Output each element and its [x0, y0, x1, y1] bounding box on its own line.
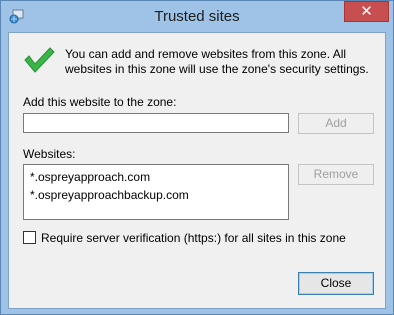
check-icon	[23, 45, 55, 75]
add-website-label: Add this website to the zone:	[23, 95, 177, 109]
add-website-input[interactable]	[23, 113, 289, 133]
https-verification-checkbox[interactable]	[23, 231, 36, 244]
close-window-button[interactable]: ✕	[344, 1, 389, 22]
trusted-sites-dialog: Trusted sites ✕ You can add and remove w…	[0, 0, 394, 315]
dialog-title: Trusted sites	[154, 8, 240, 25]
close-button[interactable]: Close	[298, 272, 374, 295]
https-verification-label: Require server verification (https:) for…	[41, 231, 346, 245]
zone-info-text: You can add and remove websites from thi…	[65, 47, 369, 76]
dialog-body: You can add and remove websites from thi…	[8, 32, 386, 309]
list-item[interactable]: *.ospreyapproachbackup.com	[30, 186, 282, 204]
remove-button[interactable]: Remove	[298, 164, 374, 185]
add-button[interactable]: Add	[298, 113, 374, 134]
websites-label: Websites:	[23, 147, 76, 161]
title-bar[interactable]: Trusted sites ✕	[1, 1, 393, 32]
list-item[interactable]: *.ospreyapproach.com	[30, 168, 282, 186]
websites-list[interactable]: *.ospreyapproach.com *.ospreyapproachbac…	[23, 164, 289, 220]
